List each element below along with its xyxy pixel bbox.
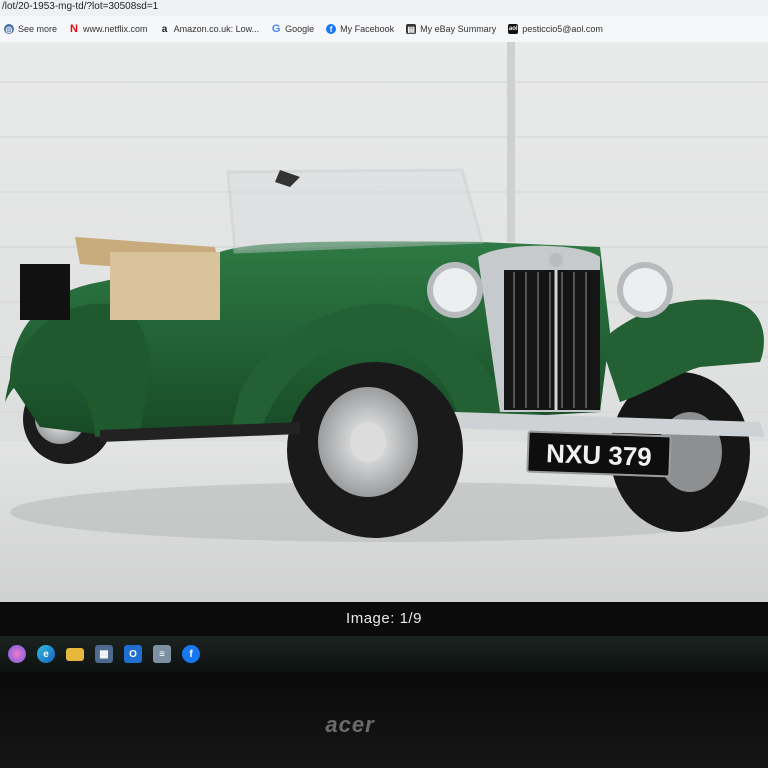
plate-text: NXU 379: [546, 438, 652, 472]
facebook-icon: f: [326, 24, 337, 34]
headlamp-left: [427, 262, 483, 318]
outlook-icon[interactable]: O: [124, 645, 142, 663]
windows-taskbar: e ▦ O ≡ f: [0, 636, 768, 672]
bookmarks-bar: ◎ See more N www.netflix.com a Amazon.co…: [0, 16, 768, 43]
amazon-icon: a: [161, 23, 168, 35]
ebay-icon: ▤: [406, 24, 417, 34]
number-plate: NXU 379: [526, 430, 672, 478]
bookmark-amazon[interactable]: a Amazon.co.uk: Low...: [160, 23, 260, 35]
image-counter: Image: 1/9: [346, 610, 422, 627]
bookmark-label: pesticcio5@aol.com: [522, 24, 603, 34]
bookmark-label: See more: [18, 24, 58, 34]
bookmark-netflix[interactable]: N www.netflix.com: [69, 23, 148, 35]
globe-icon: ◎: [4, 24, 14, 34]
bookmark-facebook[interactable]: f My Facebook: [326, 24, 394, 34]
gallery-caption-bar: Image: 1/9: [0, 602, 768, 636]
bookmark-label: www.netflix.com: [83, 24, 148, 34]
acer-logo: acer: [325, 712, 375, 737]
facebook-taskbar-icon[interactable]: f: [182, 645, 200, 663]
bookmark-label: Google: [285, 24, 315, 34]
interior-trim: [110, 252, 220, 320]
windscreen: [226, 168, 484, 254]
google-icon: G: [271, 23, 281, 35]
store-icon[interactable]: ▦: [95, 645, 113, 663]
wall-pipe: [507, 42, 515, 242]
headlamp-right: [617, 262, 673, 318]
monitor-screen: /lot/20-1953-mg-td/?lot=30508sd=1 ◎ See …: [0, 0, 768, 672]
bookmark-see-more[interactable]: ◎ See more: [4, 24, 57, 34]
car-photo-svg: NXU 379: [0, 42, 768, 602]
bookmark-aol[interactable]: aol pesticcio5@aol.com: [508, 24, 603, 34]
bookmark-google[interactable]: G Google: [271, 23, 315, 35]
car-photo[interactable]: NXU 379: [0, 42, 768, 602]
bookmark-label: My Facebook: [340, 24, 395, 34]
address-bar[interactable]: /lot/20-1953-mg-td/?lot=30508sd=1: [0, 0, 768, 17]
copilot-icon[interactable]: [8, 645, 26, 663]
front-wheel: [287, 362, 463, 538]
bookmark-label: My eBay Summary: [420, 24, 497, 34]
edge-icon[interactable]: e: [37, 645, 55, 663]
netflix-icon: N: [70, 23, 78, 35]
spare-wheel: [20, 264, 70, 320]
file-explorer-icon[interactable]: [66, 647, 84, 661]
bookmark-ebay[interactable]: ▤ My eBay Summary: [406, 24, 496, 34]
monitor-bezel: acer: [0, 672, 768, 768]
bookmark-label: Amazon.co.uk: Low...: [173, 24, 260, 34]
address-url[interactable]: /lot/20-1953-mg-td/?lot=30508sd=1: [2, 1, 158, 12]
notepad-icon[interactable]: ≡: [153, 645, 171, 663]
aol-icon: aol: [508, 24, 519, 34]
